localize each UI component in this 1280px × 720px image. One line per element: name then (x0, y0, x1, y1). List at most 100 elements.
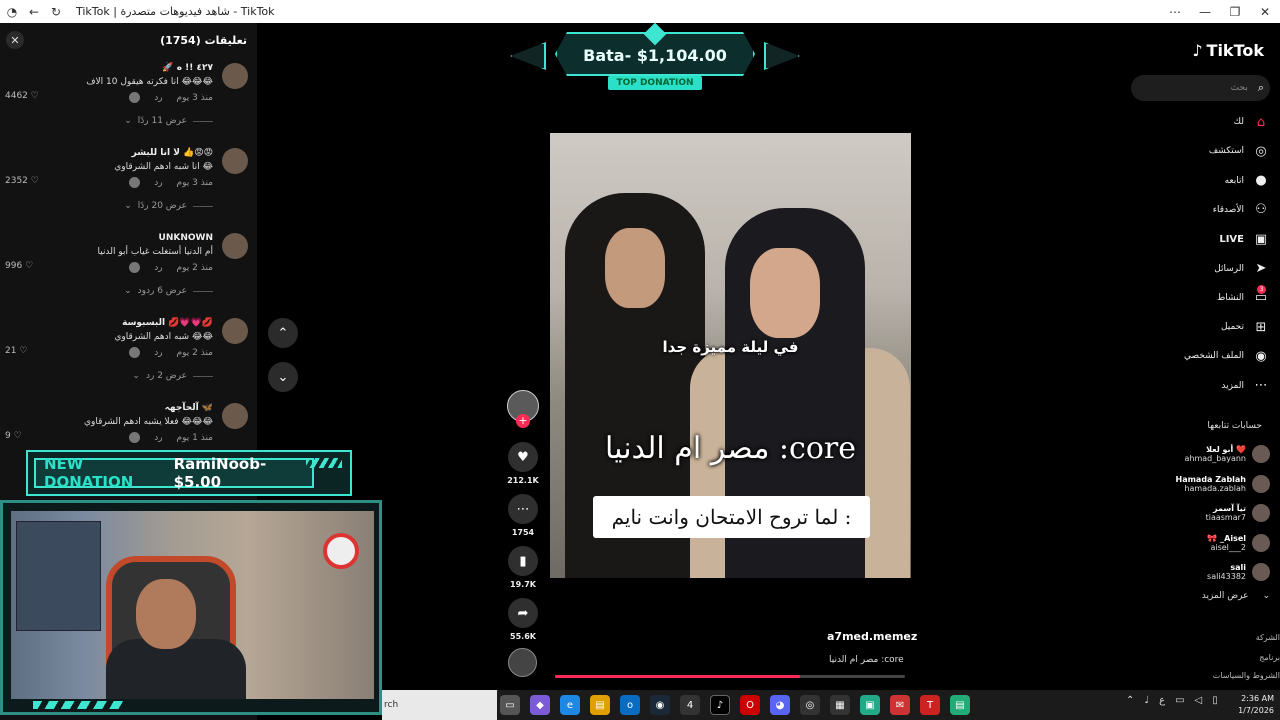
nav-item-avatar[interactable]: اتابعه ● (1130, 171, 1270, 191)
menu-icon[interactable]: ⋯ (1160, 5, 1190, 19)
battery-icon[interactable]: ▯ (1212, 695, 1218, 706)
comment-avatar[interactable] (222, 318, 248, 344)
reply-button[interactable]: رد (154, 348, 162, 358)
share-icon[interactable]: ➦ (508, 598, 538, 628)
streamer-body (106, 639, 246, 699)
comment-text: أم الدنيا أستغلت غياب أبو الدنيا (97, 247, 213, 257)
reply-button[interactable]: رد (154, 178, 162, 188)
stream-app-icon[interactable]: ▣ (860, 695, 880, 715)
comment-avatar[interactable] (222, 403, 248, 429)
footer-terms[interactable]: الشروط والسياسات (1213, 671, 1280, 680)
music-disc-icon[interactable] (508, 648, 537, 677)
view-replies-button[interactable]: ⌄ عرض 2 رد (132, 371, 213, 381)
microphone-icon[interactable]: ♩ (1144, 695, 1149, 706)
heart-icon[interactable]: ♥ (508, 442, 538, 472)
copilot-icon[interactable]: ◆ (530, 695, 550, 715)
mail-app-icon[interactable]: ✉ (890, 695, 910, 715)
nav-item-live[interactable]: LIVE ▣ (1130, 229, 1270, 249)
previous-video-button[interactable]: ⌃ (268, 318, 298, 348)
comment-avatar[interactable] (222, 63, 248, 89)
comment-like-button[interactable]: 21 ♡ (5, 346, 27, 356)
opera-icon[interactable]: O (740, 695, 760, 715)
share-action[interactable]: ➦ 55.6K (505, 598, 541, 641)
search-icon[interactable]: ⌕ (1258, 81, 1264, 95)
webcam-stripes (33, 701, 123, 709)
view-replies-button[interactable]: ⌄ عرض 6 ردود (124, 286, 213, 296)
video-author[interactable]: a7med.memez (827, 630, 917, 643)
discord-icon[interactable]: ◕ (770, 695, 790, 715)
reply-button[interactable]: رد (154, 93, 162, 103)
comment-avatar[interactable] (222, 148, 248, 174)
4k-icon[interactable]: 4 (680, 695, 700, 715)
close-icon[interactable]: ✕ (1250, 5, 1280, 19)
video-progress-bar[interactable] (555, 675, 905, 678)
taskbar-clock[interactable]: 2:36 AM 1/7/2026 (1238, 693, 1274, 717)
video-player[interactable]: في ليلة مميزة جدا مصر ام الدنيا :core لم… (550, 133, 911, 578)
tiktok-icon[interactable]: ♪ (710, 695, 730, 715)
comment-time: منذ 2 يوم (176, 347, 213, 358)
following-account[interactable]: 🎀 _Aisel aisel___2 (1130, 530, 1270, 556)
green-app-icon[interactable]: ▤ (950, 695, 970, 715)
see-more-accounts-button[interactable]: عرض المزيد ⌄ (1202, 591, 1270, 601)
heart-outline-icon: ♡ (19, 346, 28, 356)
comment-username[interactable]: 🚀 ٤٢٧ !! ه (162, 63, 213, 73)
comment-username[interactable]: لا انا للبشر 👍😡😡 (132, 148, 213, 158)
save-action[interactable]: ▮ 19.7K (505, 546, 541, 589)
account-name: تيآ آسمر (1212, 504, 1246, 513)
language-indicator[interactable]: ع (1159, 695, 1165, 706)
tiktok-logo[interactable]: ♪ TikTok (1192, 41, 1264, 60)
nav-item-profile[interactable]: الملف الشخصي ◉ (1130, 346, 1270, 366)
comment-avatar[interactable] (222, 233, 248, 259)
comment-like-button[interactable]: 9 ♡ (5, 431, 22, 441)
obs-icon[interactable]: ◎ (800, 695, 820, 715)
back-icon[interactable]: ← (26, 4, 42, 20)
account-name: Hamada Zablah (1175, 474, 1247, 484)
comment-like-button[interactable]: 996 ♡ (5, 261, 33, 271)
network-icon[interactable]: ▭ (1175, 695, 1184, 706)
follow-plus-icon[interactable]: + (516, 414, 530, 428)
footer-program[interactable]: برنامج (1259, 653, 1280, 662)
restore-icon[interactable]: ❐ (1220, 5, 1250, 19)
taskbar-search[interactable]: rch (382, 690, 497, 720)
volume-icon[interactable]: ◁ (1195, 695, 1203, 706)
following-account[interactable]: Hamada Zablah hamada.zablah (1130, 471, 1270, 497)
minimize-icon[interactable]: — (1190, 5, 1220, 19)
comment-username[interactable]: UNKNOWN (159, 233, 213, 243)
comment-username[interactable]: آلحآجهہ 🦋 (165, 403, 213, 413)
nav-item-more[interactable]: المزيد ⋯ (1130, 376, 1270, 396)
following-account[interactable]: تيآ آسمر tiaasmar7 (1130, 500, 1270, 526)
comment-like-button[interactable]: 4462 ♡ (5, 91, 39, 101)
following-account[interactable]: sali sali43382 (1130, 559, 1270, 585)
comment-action[interactable]: ⋯ 1754 (505, 494, 541, 537)
view-replies-button[interactable]: ⌄ عرض 20 ردًا (124, 201, 213, 211)
file-explorer-icon[interactable]: ▤ (590, 695, 610, 715)
tray-chevron-icon[interactable]: ⌃ (1126, 695, 1134, 706)
outlook-icon[interactable]: o (620, 695, 640, 715)
nav-item-upload[interactable]: تحميل ⊞ (1130, 317, 1270, 337)
footer-company[interactable]: الشركة (1256, 633, 1280, 642)
nav-item-home[interactable]: لك ⌂ (1130, 112, 1270, 132)
comment-like-button[interactable]: 2352 ♡ (5, 176, 39, 186)
search-input[interactable]: بحث ⌕ (1131, 75, 1270, 101)
nav-item-send[interactable]: الرسائل ➤ (1130, 259, 1270, 279)
comment-username[interactable]: البسبوسة 💋💗💗💋 (122, 318, 213, 328)
close-comments-button[interactable]: ✕ (6, 31, 24, 49)
comment-icon[interactable]: ⋯ (508, 494, 538, 524)
nav-item-compass[interactable]: استكشف ◎ (1130, 141, 1270, 161)
steam-icon[interactable]: ◉ (650, 695, 670, 715)
nav-item-friends[interactable]: الأصدقاء ⚇ (1130, 200, 1270, 220)
like-action[interactable]: ♥ 212.1K (505, 442, 541, 485)
bookmark-icon[interactable]: ▮ (508, 546, 538, 576)
edge-icon[interactable]: e (560, 695, 580, 715)
account-handle: aisel___2 (1210, 542, 1246, 552)
reload-icon[interactable]: ↻ (48, 4, 64, 20)
following-account[interactable]: أبو لعلا ❤️ ahmad_bayann (1130, 441, 1270, 467)
task-view-icon[interactable]: ▭ (500, 695, 520, 715)
app-icon-generic[interactable]: ▦ (830, 695, 850, 715)
next-video-button[interactable]: ⌄ (268, 362, 298, 392)
reply-button[interactable]: رد (154, 433, 162, 443)
tf-app-icon[interactable]: T (920, 695, 940, 715)
view-replies-button[interactable]: ⌄ عرض 11 ردًا (124, 116, 213, 126)
nav-item-activity[interactable]: النشاط ▭ 3 (1130, 284, 1270, 308)
reply-button[interactable]: رد (154, 263, 162, 273)
